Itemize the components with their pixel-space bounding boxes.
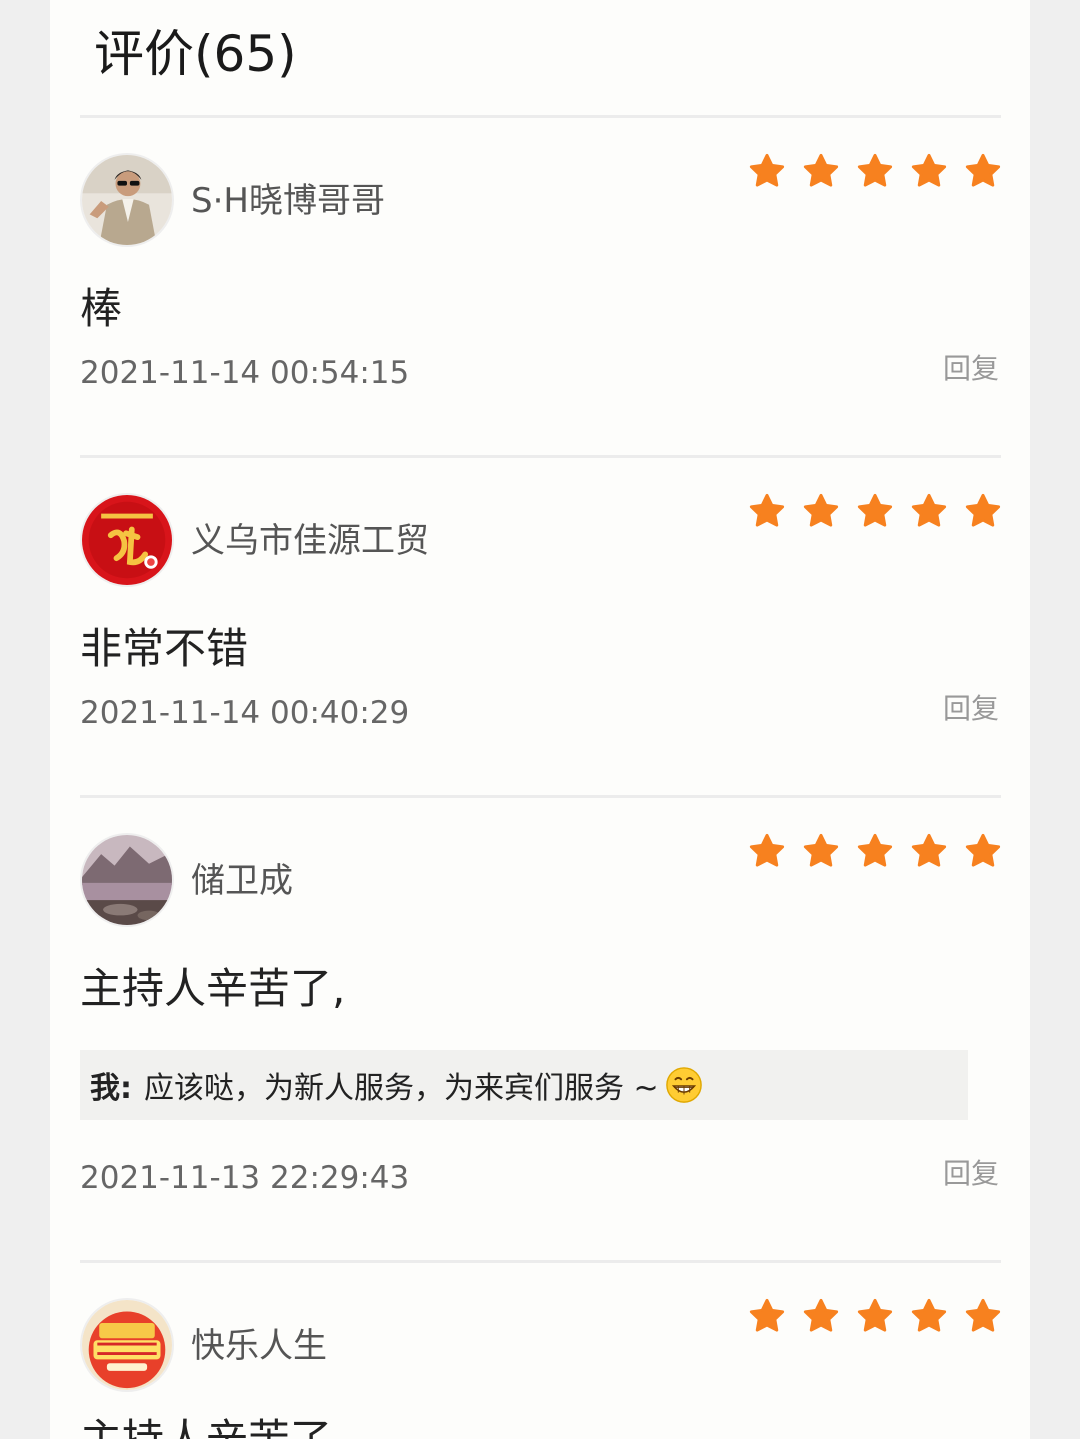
star-icon (857, 493, 893, 527)
divider (80, 1260, 1001, 1263)
star-icon (803, 833, 839, 867)
rating-stars (749, 153, 1001, 189)
username[interactable]: 义乌市佳源工贸 (191, 519, 429, 563)
star-icon (965, 833, 1001, 867)
star-icon (911, 1298, 947, 1332)
star-icon (803, 493, 839, 527)
star-icon (857, 833, 893, 867)
review-comment: 主持人辛苦了 (80, 1412, 332, 1439)
star-icon (857, 1298, 893, 1332)
avatar[interactable] (80, 1298, 174, 1392)
review-comment: 棒 (80, 284, 123, 333)
owner-reply: 我: 应该哒，为新人服务，为来宾们服务 ~ (80, 1050, 968, 1120)
star-icon (749, 833, 785, 867)
divider (80, 115, 1001, 118)
star-icon (911, 153, 947, 187)
rating-stars (749, 833, 1001, 869)
divider (80, 795, 1001, 798)
star-icon (749, 493, 785, 527)
reply-button[interactable]: 回复 (943, 1154, 999, 1194)
rating-stars (749, 493, 1001, 529)
owner-reply-text: 应该哒，为新人服务，为来宾们服务 ~ (144, 1071, 659, 1106)
review-comment: 非常不错 (80, 624, 249, 673)
star-icon (911, 833, 947, 867)
review-timestamp: 2021-11-14 00:54:15 (80, 355, 410, 391)
username[interactable]: S·H晓博哥哥 (191, 179, 385, 223)
avatar[interactable] (80, 493, 174, 587)
reviews-page: 评价(65) S·H晓博哥哥 棒 2021-11-14 00:54:15 回复 … (50, 0, 1030, 1439)
page-title: 评价(65) (94, 25, 297, 83)
reply-button[interactable]: 回复 (943, 689, 999, 729)
star-icon (911, 493, 947, 527)
star-icon (749, 1298, 785, 1332)
star-icon (803, 1298, 839, 1332)
star-icon (965, 493, 1001, 527)
rating-stars (749, 1298, 1001, 1334)
review-timestamp: 2021-11-13 22:29:43 (80, 1160, 410, 1196)
avatar[interactable] (80, 153, 174, 247)
star-icon (749, 153, 785, 187)
avatar[interactable] (80, 833, 174, 927)
review-timestamp: 2021-11-14 00:40:29 (80, 695, 410, 731)
username[interactable]: 储卫成 (191, 859, 293, 903)
star-icon (803, 153, 839, 187)
star-icon (857, 153, 893, 187)
divider (80, 455, 1001, 458)
owner-reply-prefix: 我: (90, 1071, 132, 1106)
grinning-face-icon (665, 1067, 702, 1103)
star-icon (965, 1298, 1001, 1332)
reply-button[interactable]: 回复 (943, 349, 999, 389)
review-comment: 主持人辛苦了, (80, 964, 346, 1013)
star-icon (965, 153, 1001, 187)
username[interactable]: 快乐人生 (191, 1324, 327, 1368)
